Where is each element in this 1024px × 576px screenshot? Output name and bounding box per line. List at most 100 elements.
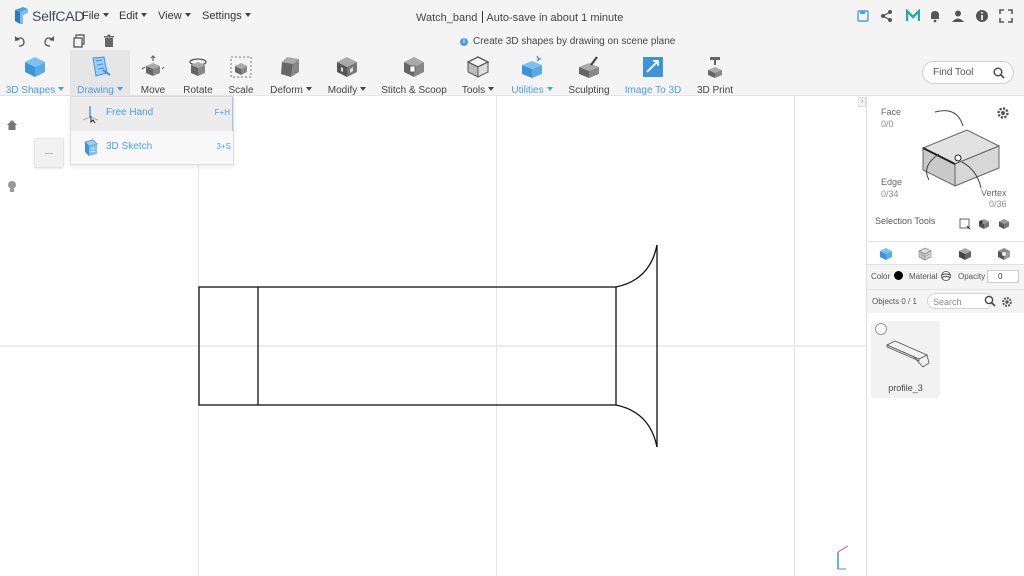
- objects-gear-icon[interactable]: [1001, 296, 1013, 308]
- trash-icon[interactable]: [102, 34, 116, 48]
- info-icon[interactable]: [975, 9, 989, 23]
- light-icon[interactable]: [7, 180, 17, 194]
- selection-mode-row: [867, 241, 1024, 265]
- m-icon[interactable]: [906, 9, 920, 23]
- action-bar: i Create 3D shapes by drawing on scene p…: [0, 32, 1024, 50]
- tool-modify[interactable]: Modify: [324, 50, 370, 96]
- utilities-icon: [522, 55, 542, 78]
- image-to-3d-icon: [643, 57, 663, 77]
- solid-mode-icon[interactable]: [958, 247, 972, 261]
- tool-tools[interactable]: Tools: [458, 50, 498, 96]
- move-icon: [141, 55, 165, 76]
- objects-count: Objects 0 / 1: [872, 297, 917, 306]
- sculpting-icon: [579, 56, 599, 78]
- cube-icon: [25, 57, 45, 77]
- user-icon[interactable]: [951, 9, 965, 23]
- shaded-mode-icon[interactable]: [997, 247, 1011, 261]
- tool-utilities[interactable]: Utilities: [508, 50, 556, 96]
- object-thumbnail: [885, 340, 930, 368]
- fullscreen-icon[interactable]: [999, 9, 1013, 23]
- edge-count: 0/34: [881, 189, 899, 199]
- drawing-dropdown: Free Hand F+H 3D Sketch 3+S: [70, 96, 234, 165]
- object-select-radio[interactable]: [875, 323, 887, 335]
- tool-3d-print[interactable]: 3D Print: [694, 50, 736, 96]
- autosave-status: Auto-save in about 1 minute: [486, 12, 624, 24]
- info-dot-icon: i: [460, 37, 468, 46]
- material-icon[interactable]: [941, 271, 951, 281]
- hint-message: i Create 3D shapes by drawing on scene p…: [460, 36, 675, 47]
- scene-grid: [0, 96, 866, 576]
- find-tool-search[interactable]: Find Tool: [922, 61, 1014, 84]
- tool-image-to-3d[interactable]: Image To 3D: [622, 50, 684, 96]
- save-icon[interactable]: [856, 9, 870, 23]
- selection-tools-label: Selection Tools: [875, 216, 936, 226]
- tool-deform[interactable]: Deform: [266, 50, 316, 96]
- opacity-label: Opacity: [958, 272, 986, 281]
- objects-list: profile_3: [867, 313, 1024, 576]
- search-icon: [993, 67, 1005, 79]
- printer-icon: [708, 57, 722, 78]
- axis-gizmo: [837, 545, 849, 570]
- menu-settings[interactable]: Settings: [202, 10, 251, 22]
- tool-3d-shapes[interactable]: 3D Shapes: [4, 50, 66, 96]
- color-label: Color: [871, 272, 891, 281]
- deform-icon: [281, 57, 299, 77]
- free-hand-icon: [82, 106, 99, 124]
- doc-name[interactable]: Watch_band: [416, 12, 477, 24]
- scene-canvas[interactable]: [0, 96, 866, 576]
- bell-icon[interactable]: [928, 9, 942, 23]
- box-select-icon[interactable]: [959, 218, 971, 230]
- menu-view[interactable]: View: [158, 10, 191, 22]
- modify-icon: [337, 57, 357, 77]
- select-all-icon[interactable]: [998, 218, 1010, 230]
- objects-search-input[interactable]: Search: [927, 293, 996, 309]
- tools-cube-icon: [466, 56, 490, 78]
- copy-icon[interactable]: [72, 34, 86, 48]
- 3d-sketch-icon: [84, 139, 98, 156]
- menu-bar: SelfCAD File Edit View Settings Watch_ba…: [0, 0, 1024, 32]
- selection-cube-diagram: [921, 110, 1001, 189]
- color-swatch[interactable]: [894, 271, 903, 280]
- rotate-icon: [189, 58, 207, 76]
- menu-item-free-hand[interactable]: Free Hand F+H: [71, 97, 233, 131]
- object-mode-icon[interactable]: [879, 247, 893, 261]
- brand-name: SelfCAD: [32, 8, 85, 24]
- undo-icon[interactable]: [13, 34, 27, 48]
- object-name: profile_3: [888, 383, 923, 393]
- tool-stitch-scoop[interactable]: Stitch & Scoop: [380, 50, 448, 96]
- scale-icon: [230, 56, 252, 78]
- selection-mode-box: Face 0/0 Edge 0/34 Vertex 0/36 Selection…: [867, 96, 1024, 241]
- mini-view-button[interactable]: [34, 138, 64, 168]
- selfcad-logo-icon: [15, 7, 28, 24]
- tool-rotate[interactable]: Rotate: [178, 50, 218, 96]
- selfcad-logo[interactable]: SelfCAD: [14, 7, 84, 25]
- right-panel: Face 0/0 Edge 0/34 Vertex 0/36 Selection…: [866, 96, 1024, 576]
- tool-move[interactable]: Move: [134, 50, 172, 96]
- main-toolbar: 3D Shapes Drawing Move Rotate Scale Defo…: [0, 50, 1024, 96]
- vertex-count: 0/36: [989, 199, 1007, 209]
- menu-item-3d-sketch[interactable]: 3D Sketch 3+S: [71, 131, 233, 165]
- tool-scale[interactable]: Scale: [222, 50, 260, 96]
- search-icon: [984, 295, 996, 307]
- document-title: Watch_band Auto-save in about 1 minute: [416, 11, 623, 24]
- opacity-input[interactable]: 0: [987, 270, 1019, 283]
- wireframe-mode-icon[interactable]: [918, 247, 932, 261]
- share-icon[interactable]: [880, 9, 894, 23]
- edge-label[interactable]: Edge: [881, 177, 902, 187]
- home-icon[interactable]: [7, 120, 17, 130]
- menu-file[interactable]: File: [82, 10, 109, 22]
- drawing-icon: [92, 56, 111, 77]
- tool-sculpting[interactable]: Sculpting: [566, 50, 612, 96]
- objects-header: Objects 0 / 1 Search: [867, 289, 1024, 313]
- material-label: Material: [909, 272, 938, 281]
- face-label[interactable]: Face: [881, 107, 901, 117]
- panel-collapse-toggle[interactable]: ›: [858, 97, 866, 107]
- stitch-scoop-icon: [404, 57, 424, 77]
- tool-drawing[interactable]: Drawing: [70, 50, 130, 96]
- redo-icon[interactable]: [42, 34, 56, 48]
- menu-edit[interactable]: Edit: [119, 10, 147, 22]
- face-count: 0/0: [881, 119, 894, 129]
- properties-row: Color Material Opacity 0: [867, 265, 1024, 289]
- object-card[interactable]: profile_3: [871, 321, 940, 398]
- paint-select-icon[interactable]: [978, 218, 990, 230]
